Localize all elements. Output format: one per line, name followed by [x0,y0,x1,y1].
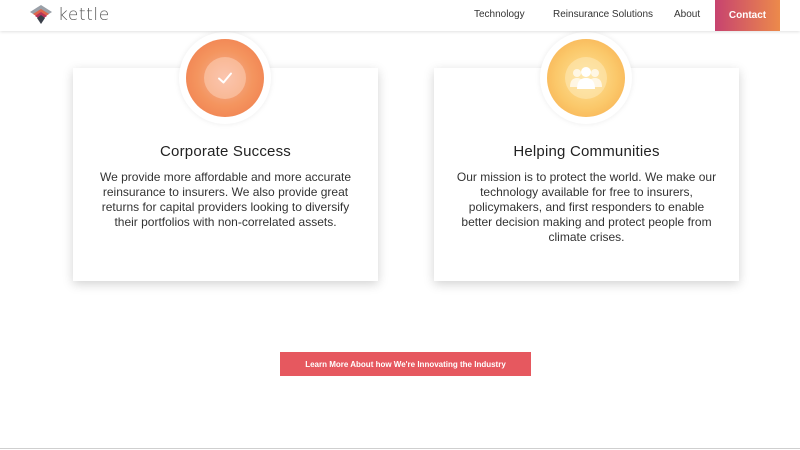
card-body: We provide more affordable and more accu… [99,170,352,229]
top-nav-bar: kettle Technology Reinsurance Solutions … [0,0,800,31]
learn-more-button[interactable]: Learn More About how We're Innovating th… [280,352,531,376]
nav-about[interactable]: About [674,9,700,20]
card-title: Helping Communities [513,143,660,160]
logo[interactable]: kettle [29,4,110,26]
nav-technology[interactable]: Technology [474,9,525,20]
people-icon [570,67,602,89]
divider [0,448,800,449]
nav-reinsurance-solutions[interactable]: Reinsurance Solutions [553,9,653,20]
checkmark-icon [218,72,232,84]
corporate-success-icon-badge [179,32,271,124]
orange-circle [186,39,264,117]
yellow-circle [547,39,625,117]
card-title: Corporate Success [160,143,291,160]
kettle-logo-icon [30,5,52,24]
card-body: Our mission is to protect the world. We … [456,170,717,244]
contact-button[interactable]: Contact [715,0,780,31]
helping-communities-icon-badge [540,32,632,124]
logo-text: kettle [58,5,110,25]
